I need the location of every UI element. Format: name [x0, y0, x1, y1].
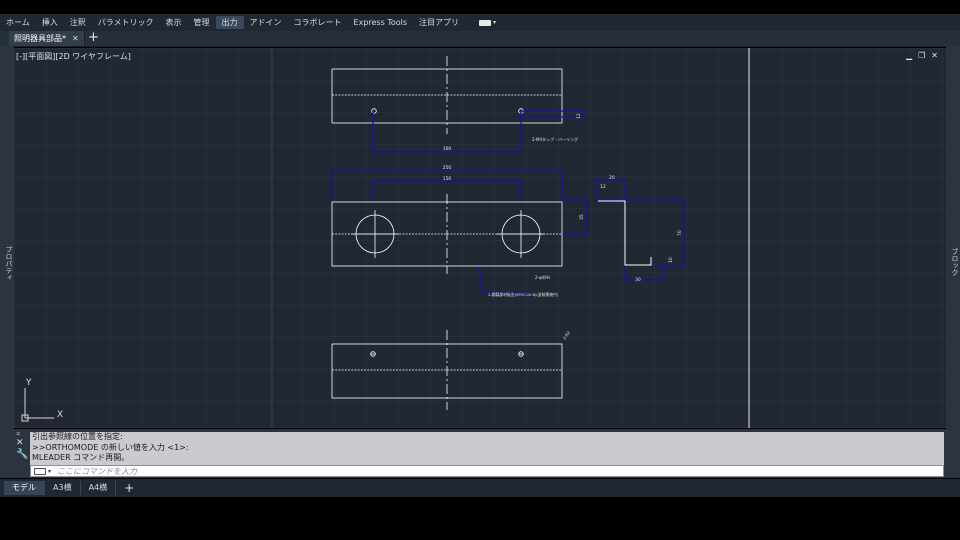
ribbon-tab-output[interactable]: 出力: [215, 16, 244, 29]
dim-12-side: 12: [600, 184, 606, 190]
ribbon-tab-view[interactable]: 表示: [160, 16, 188, 29]
title-bar: [0, 0, 960, 14]
layout-tab-model[interactable]: モデル: [4, 481, 45, 495]
ucs-x-label: X: [57, 410, 63, 420]
dim-150: 150: [443, 176, 452, 182]
viewport-controls-label[interactable]: [-][平面図][2D ワイヤフレーム]: [16, 51, 131, 62]
command-line-grip[interactable]: ::::: ✕ 🔧: [16, 432, 28, 476]
wrench-icon[interactable]: 🔧: [16, 449, 28, 461]
dim-160: 160: [443, 146, 452, 152]
layout-tab-bar: モデル A3横 A4横 +: [0, 479, 960, 497]
ribbon-tab-parametric[interactable]: パラメトリック: [92, 16, 160, 29]
layout-tab-a3[interactable]: A3横: [45, 481, 81, 495]
dim-10: 10: [668, 257, 674, 263]
ribbon-display-toggle-icon[interactable]: [479, 19, 492, 26]
ribbon-tab-addins[interactable]: アドイン: [244, 16, 288, 29]
command-history-line: >>ORTHOMODE の新しい値を入力 <1>:: [32, 442, 189, 452]
dim-20: 20: [609, 175, 615, 181]
status-bar-area: [0, 497, 960, 540]
command-line-panel: ::::: ✕ 🔧 引出参照線の位置を指定: >>ORTHOMODE の新しい値…: [14, 429, 946, 478]
add-layout-button[interactable]: +: [116, 481, 142, 495]
close-icon[interactable]: ✕: [16, 437, 27, 449]
ucs-y-label: Y: [25, 378, 32, 388]
document-tab[interactable]: 照明器具部品* ✕: [9, 31, 85, 46]
dim-30: 30: [635, 277, 641, 283]
document-tab-bar: 照明器具部品* ✕ +: [0, 31, 960, 47]
note-material: 2-鋼製部材板金(SPCC-t0.8)(塗装黒焼付): [488, 292, 559, 297]
minimize-icon[interactable]: ▁: [906, 51, 912, 60]
document-tab-label: 照明器具部品*: [14, 34, 66, 43]
dim-12-top: 12: [576, 113, 582, 119]
close-icon[interactable]: ✕: [72, 34, 79, 43]
viewport-window-controls: ▁ ❐ ✕: [906, 51, 938, 60]
ribbon-tab-manage[interactable]: 管理: [188, 16, 216, 29]
grid: [14, 48, 946, 428]
ribbon-tab-bar: ホーム 挿入 注釈 パラメトリック 表示 管理 出力 アドイン コラボレート E…: [0, 14, 960, 31]
drawing-canvas[interactable]: 160 12 2-M4タップ・バーリング 250 150 35 2-φ40H 2…: [14, 48, 946, 428]
drawing-viewport[interactable]: 160 12 2-M4タップ・バーリング 250 150 35 2-φ40H 2…: [14, 48, 946, 428]
layout-tab-a4[interactable]: A4横: [81, 481, 117, 495]
new-tab-button[interactable]: +: [88, 31, 99, 46]
chevron-down-icon[interactable]: ▾: [493, 19, 496, 26]
ribbon-tab-collaborate[interactable]: コラボレート: [288, 16, 348, 29]
dim-35: 35: [579, 214, 585, 220]
ribbon-tab-annotate[interactable]: 注釈: [64, 16, 92, 29]
note-hole: 2-φ40H: [535, 275, 550, 280]
ribbon-tab-featured-apps[interactable]: 注目アプリ: [413, 16, 465, 29]
ribbon-tab-express-tools[interactable]: Express Tools: [348, 16, 414, 29]
dim-70: 70: [677, 230, 683, 236]
ribbon-tab-insert[interactable]: 挿入: [36, 16, 64, 29]
command-input-icon[interactable]: [34, 467, 46, 475]
block-palette-label: ブロック: [951, 248, 959, 276]
command-history-line: 引出参照線の位置を指定:: [32, 432, 123, 441]
command-input-bar[interactable]: ▾: [30, 465, 944, 477]
block-palette-collapsed[interactable]: ブロック: [946, 46, 960, 478]
dim-250: 250: [443, 165, 452, 171]
restore-icon[interactable]: ❐: [918, 51, 925, 60]
command-input[interactable]: [57, 466, 858, 476]
properties-palette-label: プロパティ: [5, 246, 13, 281]
close-icon[interactable]: ✕: [931, 51, 938, 60]
command-history: 引出参照線の位置を指定: >>ORTHOMODE の新しい値を入力 <1>: M…: [30, 432, 944, 465]
command-history-line: MLEADER コマンド再開。: [32, 453, 130, 462]
note-tap-burring: 2-M4タップ・バーリング: [532, 136, 578, 142]
ribbon-tab-home[interactable]: ホーム: [0, 16, 36, 29]
chevron-down-icon[interactable]: ▾: [48, 468, 51, 475]
properties-palette-collapsed[interactable]: プロパティ: [0, 46, 14, 478]
